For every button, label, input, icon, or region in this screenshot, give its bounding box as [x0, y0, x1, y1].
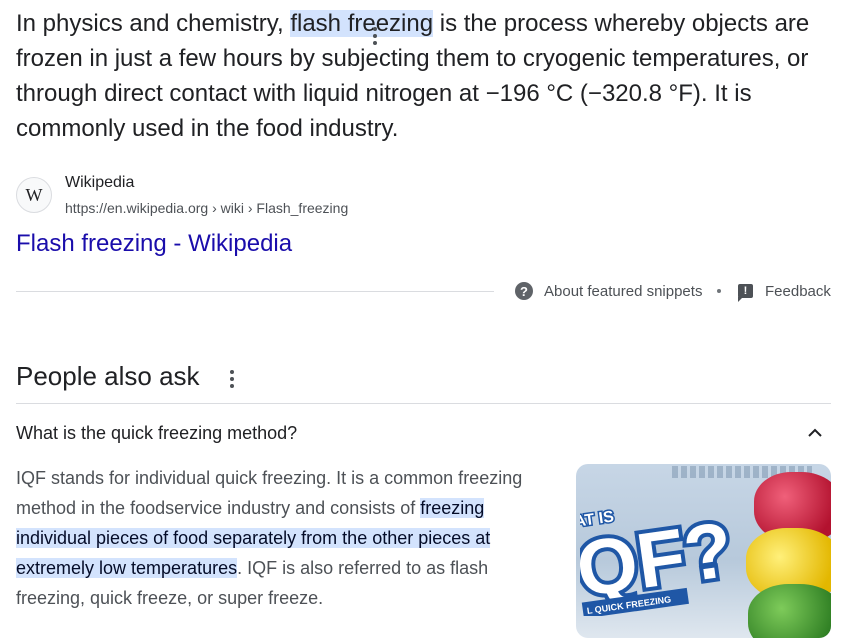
feedback-label: Feedback: [765, 282, 831, 300]
about-featured-snippets-button[interactable]: ? About featured snippets: [515, 280, 702, 302]
paa-more-options-icon[interactable]: [226, 367, 238, 389]
divider: [16, 403, 831, 404]
question-text: What is the quick freezing method?: [16, 423, 298, 443]
about-featured-snippets-label: About featured snippets: [544, 282, 703, 300]
chevron-up-icon: [808, 428, 822, 437]
source-url: https://en.wikipedia.org › wiki › Flash_…: [65, 200, 349, 216]
snippet-highlight: flash freezing: [290, 10, 434, 37]
result-title-link[interactable]: Flash freezing - Wikipedia: [16, 228, 292, 260]
featured-snippet-text: In physics and chemistry, flash freezing…: [16, 6, 836, 146]
feedback-button[interactable]: ! Feedback: [738, 280, 831, 302]
snippet-text-start: In physics and chemistry,: [16, 10, 291, 37]
wikipedia-favicon-icon: W: [16, 177, 52, 213]
separator-dot: [717, 289, 721, 293]
divider: [16, 291, 494, 292]
green-bag-image: [748, 584, 831, 638]
iqf-sign-graphic: AT IS QF? L QUICK FREEZING: [580, 501, 730, 616]
paa-answer-text: IQF stands for individual quick freezing…: [16, 463, 546, 613]
feedback-icon: !: [738, 284, 753, 302]
people-also-ask-heading: People also ask: [16, 361, 200, 391]
result-more-options-icon[interactable]: [369, 24, 381, 46]
result-source[interactable]: W Wikipedia https://en.wikipedia.org › w…: [16, 172, 836, 220]
source-name: Wikipedia: [65, 174, 135, 191]
help-icon: ?: [515, 282, 533, 300]
paa-question[interactable]: What is the quick freezing method?: [16, 405, 831, 461]
answer-thumbnail-image[interactable]: AT IS QF? L QUICK FREEZING: [576, 464, 831, 638]
